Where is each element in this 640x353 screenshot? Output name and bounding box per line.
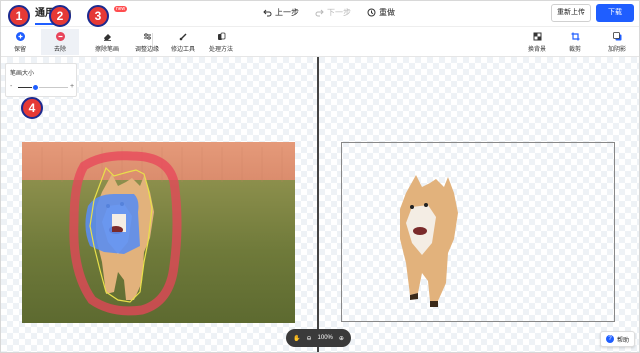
- undo-icon: [263, 9, 272, 16]
- reset-button[interactable]: 重做: [367, 7, 395, 18]
- brush-size-label: 笔画大小: [10, 71, 35, 77]
- change-bg-tool[interactable]: 换背景: [523, 29, 551, 55]
- remove-label: 去除: [53, 46, 66, 53]
- step-marker-4: 4: [21, 97, 43, 119]
- eraser-icon: [103, 32, 112, 41]
- zoom-level: 100%: [317, 335, 333, 341]
- shadow-label: 加阴影: [607, 46, 626, 53]
- edge-tool-label: 修边工具: [170, 46, 195, 53]
- sliders-icon: [143, 32, 152, 41]
- history-controls: 上一步 下一步 重做: [263, 7, 395, 18]
- erase-brush-tool[interactable]: 擦除笔画: [85, 29, 129, 55]
- layers-icon: [217, 32, 226, 41]
- new-badge: new: [114, 6, 128, 12]
- download-button[interactable]: 下载: [596, 4, 634, 22]
- shadow-icon: [612, 31, 622, 41]
- background-icon: [533, 32, 542, 41]
- step-marker-2: 2: [49, 5, 71, 27]
- zoom-in-icon[interactable]: ⊕: [339, 335, 344, 342]
- slider-handle[interactable]: [32, 84, 39, 91]
- undo-button[interactable]: 上一步: [263, 7, 299, 18]
- redo-button[interactable]: 下一步: [315, 7, 351, 18]
- original-image[interactable]: [22, 142, 295, 323]
- crop-label: 裁剪: [568, 46, 581, 53]
- help-label: 帮助: [617, 337, 630, 344]
- split-divider[interactable]: [317, 57, 319, 352]
- process-method-label: 处理方法: [208, 46, 233, 53]
- reupload-button[interactable]: 重新上传: [551, 4, 591, 22]
- adjust-edge-label: 调整边缘: [134, 46, 159, 53]
- crop-icon: [571, 32, 580, 41]
- result-preview[interactable]: [341, 142, 615, 322]
- redo-icon: [315, 9, 324, 16]
- original-photo-graphic: [22, 142, 295, 323]
- undo-label: 上一步: [275, 8, 299, 17]
- result-photo-graphic: [400, 175, 458, 307]
- slider-max-icon: +: [70, 83, 75, 90]
- minus-circle-icon: [55, 31, 65, 41]
- crop-tool[interactable]: 裁剪: [563, 29, 587, 55]
- redo-label: 下一步: [327, 8, 351, 17]
- zoom-out-icon[interactable]: ⊖: [307, 335, 312, 342]
- brush-size-panel: 笔画大小 - +: [5, 63, 77, 97]
- brush-icon: [179, 32, 188, 41]
- zoom-bar: ✋ ⊖ 100% ⊕: [286, 329, 351, 347]
- change-bg-label: 换背景: [527, 46, 546, 53]
- tool-bar: 保留 去除 擦除笔画 调整边缘 修边工具 处理方法 换背景 裁剪 加阴影: [1, 27, 639, 57]
- reset-label: 重做: [379, 8, 395, 17]
- app-window: 通用 new 上一步 下一步 重做 重新上传 下载 保留 去除 擦除笔画 调整边…: [0, 0, 640, 353]
- remove-tool[interactable]: 去除: [41, 29, 79, 55]
- keep-label: 保留: [13, 46, 26, 53]
- slider-min-icon: -: [10, 83, 13, 90]
- step-marker-3: 3: [87, 5, 109, 27]
- keep-tool[interactable]: 保留: [5, 29, 35, 55]
- question-icon: ?: [606, 335, 614, 343]
- help-button[interactable]: ? 帮助: [600, 331, 636, 347]
- erase-brush-label: 擦除笔画: [94, 46, 119, 53]
- editor-canvas[interactable]: 笔画大小 - + ✋ ⊖ 100% ⊕ ? 帮助: [1, 57, 639, 352]
- history-icon: [367, 8, 376, 17]
- hand-icon[interactable]: ✋: [293, 335, 300, 342]
- brush-size-slider[interactable]: [18, 84, 68, 91]
- process-method-tool[interactable]: 处理方法: [199, 29, 243, 55]
- step-marker-1: 1: [8, 5, 30, 27]
- shadow-tool[interactable]: 加阴影: [603, 29, 631, 55]
- plus-circle-icon: [15, 31, 25, 41]
